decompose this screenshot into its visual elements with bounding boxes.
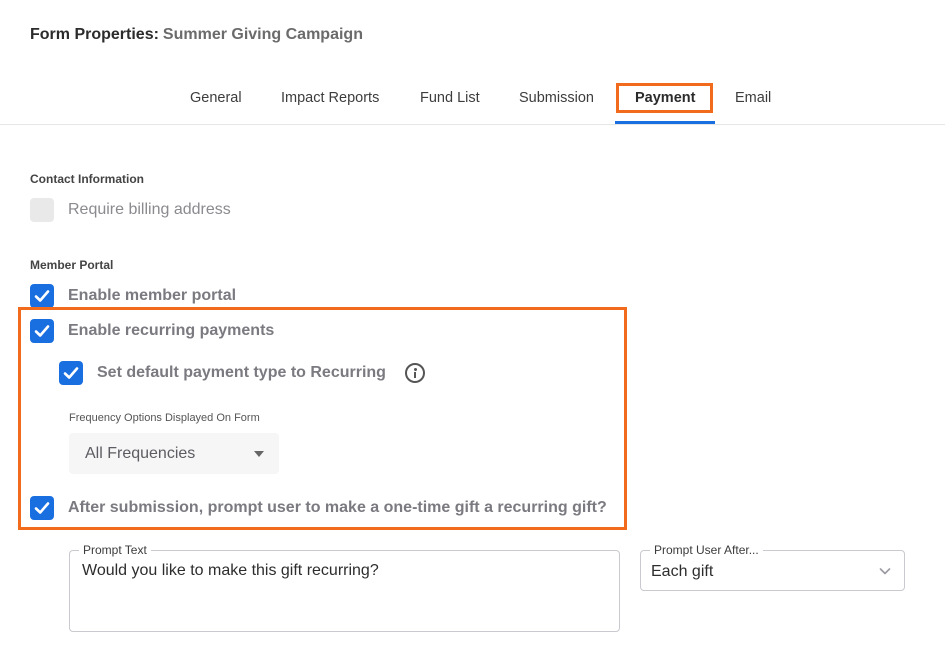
caret-down-icon xyxy=(254,451,264,457)
page-title: Form Properties: Summer Giving Campaign xyxy=(30,26,363,44)
default-recurring-label: Set default payment type to Recurring xyxy=(97,364,386,381)
tab-bar: General Impact Reports Fund List Submiss… xyxy=(0,80,945,125)
default-recurring-checkbox[interactable] xyxy=(59,361,83,385)
tab-submission[interactable]: Submission xyxy=(519,90,594,106)
enable-recurring-payments-label: Enable recurring payments xyxy=(68,322,275,339)
prompt-recurring-checkbox[interactable] xyxy=(30,496,54,520)
enable-recurring-payments-checkbox[interactable] xyxy=(30,319,54,343)
frequency-select-value: All Frequencies xyxy=(85,445,196,462)
prompt-recurring-label: After submission, prompt user to make a … xyxy=(68,499,607,516)
prompt-user-after-select[interactable]: Prompt User After... Each gift xyxy=(640,543,905,591)
checkmark-icon xyxy=(34,325,50,337)
tab-impact-reports[interactable]: Impact Reports xyxy=(281,90,379,106)
prompt-user-after-value: Each gift xyxy=(651,563,714,580)
chevron-down-icon xyxy=(879,568,891,575)
require-billing-label: Require billing address xyxy=(68,201,231,218)
tab-email[interactable]: Email xyxy=(735,90,771,106)
prompt-text-value: Would you like to make this gift recurri… xyxy=(82,562,379,579)
frequency-options-label: Frequency Options Displayed On Form xyxy=(69,412,260,424)
active-tab-indicator xyxy=(615,121,715,124)
tab-payment[interactable]: Payment xyxy=(635,90,695,106)
tab-fund-list[interactable]: Fund List xyxy=(420,90,480,106)
title-prefix: Form Properties: xyxy=(30,26,159,43)
frequency-select[interactable]: All Frequencies xyxy=(69,433,279,474)
enable-member-portal-label: Enable member portal xyxy=(68,287,237,304)
prompt-text-legend: Prompt Text xyxy=(79,543,151,557)
tab-general[interactable]: General xyxy=(190,90,242,106)
checkmark-icon xyxy=(34,502,50,514)
contact-information-heading: Contact Information xyxy=(30,172,144,186)
campaign-name: Summer Giving Campaign xyxy=(162,26,363,43)
enable-member-portal-checkbox[interactable] xyxy=(30,284,54,308)
checkmark-icon xyxy=(63,367,79,379)
checkmark-icon xyxy=(34,290,50,302)
member-portal-heading: Member Portal xyxy=(30,258,114,272)
prompt-user-after-legend: Prompt User After... xyxy=(650,543,763,557)
info-icon[interactable] xyxy=(405,363,425,383)
prompt-text-field[interactable]: Prompt Text Would you like to make this … xyxy=(69,543,620,632)
require-billing-checkbox[interactable] xyxy=(30,198,54,222)
